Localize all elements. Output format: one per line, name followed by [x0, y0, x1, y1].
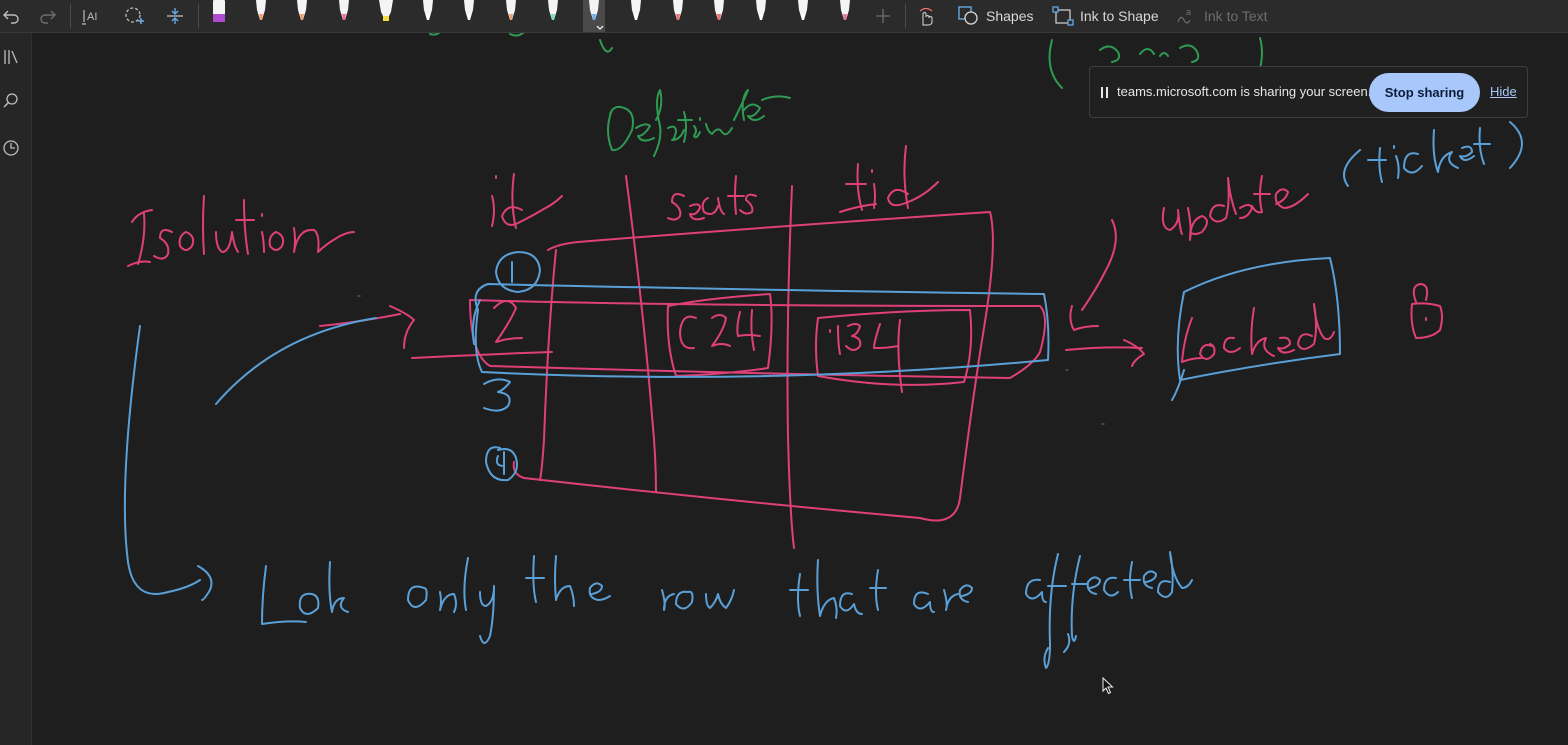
redo-icon [40, 10, 56, 24]
touch-draw-icon [919, 7, 933, 26]
lasso-select-icon [125, 7, 144, 24]
shapes-icon [958, 6, 978, 25]
ink-to-shape-button[interactable]: Ink to Shape [1052, 0, 1160, 32]
sidebar [0, 33, 32, 745]
undo-icon [3, 10, 19, 24]
pen-icon [547, 0, 558, 20]
pen-button[interactable] [375, 0, 397, 32]
pen-button[interactable] [834, 0, 856, 32]
pen-icon [797, 0, 808, 20]
pen-button[interactable] [708, 0, 730, 32]
pen-button[interactable] [625, 0, 647, 32]
marker-icon [213, 0, 225, 22]
pen-icon [422, 0, 433, 20]
pen-button[interactable] [667, 0, 689, 32]
handwritten-ink-drawing [123, 33, 1523, 669]
undo-button[interactable] [0, 0, 22, 32]
pen-button[interactable] [792, 0, 814, 32]
pen-icon [631, 0, 641, 20]
stop-sharing-button[interactable]: Stop sharing [1369, 73, 1480, 112]
add-pen-button[interactable] [872, 0, 894, 32]
lasso-select-button[interactable] [122, 0, 146, 32]
insert-space-button[interactable] [163, 0, 187, 32]
pen-icon [339, 0, 350, 20]
mouse-cursor-icon [1102, 677, 1114, 695]
pen-button[interactable] [583, 0, 606, 32]
library-button[interactable] [0, 45, 22, 69]
pen-button[interactable] [333, 0, 355, 32]
pen-button[interactable] [417, 0, 439, 32]
search-icon [3, 93, 18, 108]
ink-toolbar: AI Shapes Ink to Shape a Ink to Text [0, 0, 1568, 33]
toolbar-divider [70, 4, 71, 28]
redo-button[interactable] [36, 0, 60, 32]
shapes-label: Shapes [986, 8, 1034, 24]
pen-icon [505, 0, 516, 20]
text-select-icon: AI [82, 10, 97, 25]
toolbar-divider [905, 4, 906, 28]
hide-notice-link[interactable]: Hide [1490, 84, 1517, 99]
pen-button[interactable] [500, 0, 522, 32]
search-button[interactable] [0, 89, 22, 113]
history-button[interactable] [0, 136, 22, 160]
plus-icon [876, 9, 890, 23]
ink-to-text-label: Ink to Text [1204, 8, 1268, 24]
pen-icon [297, 0, 308, 20]
pen-button[interactable] [750, 0, 772, 32]
pen-button[interactable] [458, 0, 480, 32]
pen-button[interactable] [291, 0, 313, 32]
library-icon [4, 50, 18, 64]
highlighter-icon [378, 0, 393, 21]
pen-icon [255, 0, 266, 20]
pen-icon [714, 0, 725, 20]
pen-button[interactable] [208, 0, 230, 32]
ink-to-shape-label: Ink to Shape [1080, 8, 1159, 24]
svg-text:a: a [1186, 7, 1191, 17]
pen-icon [672, 0, 683, 20]
pen-icon [839, 0, 850, 20]
pen-button[interactable] [250, 0, 272, 32]
pen-icon [464, 0, 475, 20]
ink-canvas[interactable] [32, 33, 1568, 745]
pen-icon [756, 0, 767, 20]
screen-share-notice: teams.microsoft.com is sharing your scre… [1089, 66, 1528, 118]
ink-to-shape-icon [1052, 6, 1074, 26]
touch-draw-button[interactable] [914, 0, 938, 32]
insert-space-icon [167, 8, 183, 24]
pen-icon [589, 0, 604, 30]
text-select-button[interactable]: AI [80, 0, 104, 32]
ink-to-text-button[interactable]: a Ink to Text [1176, 0, 1272, 32]
toolbar-divider [198, 4, 199, 28]
share-notice-message: teams.microsoft.com is sharing your scre… [1117, 84, 1372, 99]
pen-button[interactable] [542, 0, 564, 32]
svg-text:AI: AI [87, 11, 97, 23]
pause-icon [1101, 87, 1109, 98]
history-icon [3, 140, 19, 156]
shapes-button[interactable]: Shapes [958, 0, 1034, 32]
ink-to-text-icon: a [1177, 7, 1191, 24]
